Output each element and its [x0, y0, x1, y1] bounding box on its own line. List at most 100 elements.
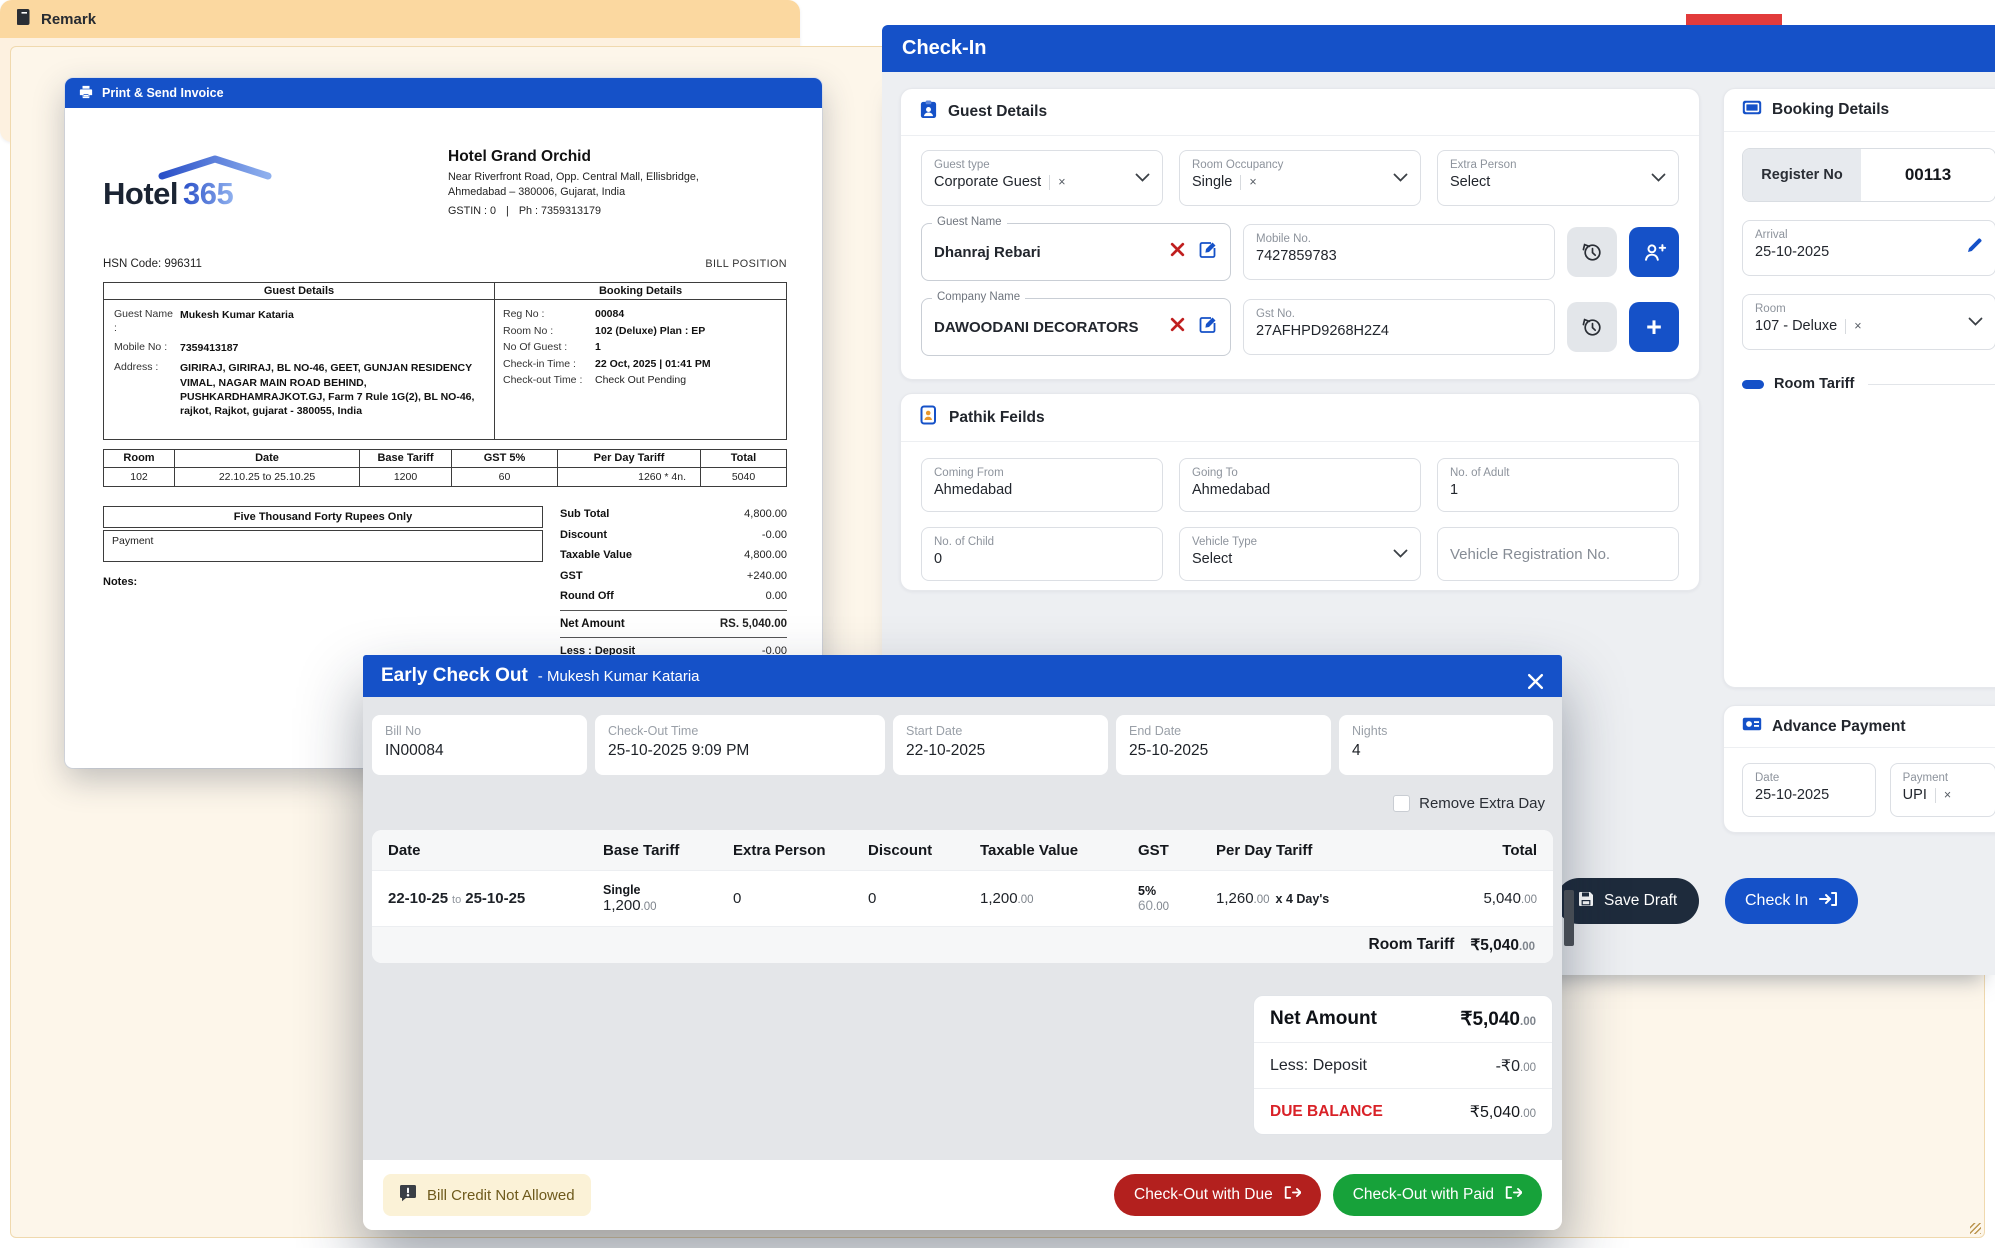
vehicle-type-select[interactable]: Vehicle Type Select: [1179, 527, 1421, 581]
nights-field[interactable]: Nights 4: [1339, 715, 1553, 775]
edit-arrival-icon[interactable]: [1966, 237, 1983, 259]
checkin-time-label: Check-in Time :: [503, 358, 595, 370]
modal-body: Bill No IN00084 Check-Out Time 25-10-202…: [363, 697, 1562, 1160]
check-in-button[interactable]: Check In: [1725, 878, 1858, 924]
edit-company-icon[interactable]: [1198, 315, 1218, 340]
gst-no-field[interactable]: Gst No. 27AFHPD9268H2Z4: [1243, 299, 1555, 355]
reg-no-label: Reg No :: [503, 308, 595, 320]
no-of-adult-label: No. of Adult: [1450, 466, 1666, 480]
cell-date: 22.10.25 to 25.10.25: [174, 468, 359, 486]
divider: [1049, 175, 1050, 190]
net-amount-label: Net Amount: [1270, 1008, 1377, 1030]
advance-date-field[interactable]: Date 25-10-2025: [1742, 763, 1876, 817]
clear-x-icon[interactable]: ×: [1944, 788, 1951, 802]
mobile-no-field[interactable]: Mobile No. 7427859783: [1243, 224, 1555, 280]
discount-value: -0.00: [762, 529, 787, 541]
guest-details-column-header: Guest Details: [104, 283, 494, 299]
company-name-field[interactable]: Company Name DAWOODANI DECORATORS: [921, 298, 1231, 356]
remove-guest-icon[interactable]: [1169, 241, 1186, 263]
remove-company-icon[interactable]: [1169, 316, 1186, 338]
extra-person-select[interactable]: Extra Person Select: [1437, 150, 1679, 206]
col-taxable-value: Taxable Value: [980, 842, 1138, 859]
add-guest-button[interactable]: [1629, 227, 1679, 277]
pathik-fields-header: Pathik Feilds: [901, 394, 1699, 442]
cell-per-day-tariff: 1260 * 4n.: [557, 468, 700, 486]
less-deposit-value: -₹0.00: [1496, 1056, 1536, 1076]
cell-gst: 60: [451, 468, 557, 486]
pathik-fields-title: Pathik Feilds: [949, 409, 1045, 427]
start-date-value: 22-10-2025: [906, 742, 1095, 760]
mobile-label: Mobile No :: [114, 341, 174, 355]
guest-history-button[interactable]: [1567, 227, 1617, 277]
hotel-address-line1: Near Riverfront Road, Opp. Central Mall,…: [448, 171, 699, 183]
start-date-field[interactable]: Start Date 22-10-2025: [893, 715, 1108, 775]
hotel365-logo: Hotel365: [103, 158, 283, 220]
no-of-child-field[interactable]: No. of Child 0: [921, 527, 1163, 581]
mobile-value: 7359413187: [180, 341, 486, 355]
notebook-icon: [16, 9, 31, 29]
cell-total: 5040: [700, 468, 786, 486]
divider: [1240, 175, 1241, 190]
end-date-field[interactable]: End Date 25-10-2025: [1116, 715, 1331, 775]
bill-no-field[interactable]: Bill No IN00084: [372, 715, 587, 775]
coming-from-field[interactable]: Coming From Ahmedabad: [921, 458, 1163, 512]
room-no-value: 102 (Deluxe) Plan : EP: [595, 325, 782, 337]
subtotal-label: Sub Total: [560, 508, 609, 520]
arrival-value: 25-10-2025: [1755, 244, 1829, 260]
printer-icon: [79, 85, 93, 102]
id-badge-icon: [919, 100, 938, 124]
arrival-date-field[interactable]: Arrival 25-10-2025: [1742, 220, 1995, 276]
amount-summary: Net Amount ₹5,040.00 Less: Deposit -₹0.0…: [1253, 995, 1553, 1135]
due-balance-value: ₹5,040.00: [1470, 1102, 1536, 1122]
guest-details-title: Guest Details: [948, 103, 1047, 121]
check-out-with-due-button[interactable]: Check-Out with Due: [1114, 1174, 1321, 1216]
going-to-field[interactable]: Going To Ahmedabad: [1179, 458, 1421, 512]
divider: [1845, 319, 1846, 334]
arrival-label: Arrival: [1755, 228, 1983, 242]
room-select[interactable]: Room 107 - Deluxe ×: [1742, 294, 1995, 350]
room-label: Room: [1755, 302, 1983, 316]
close-icon[interactable]: [1527, 673, 1544, 690]
chevron-down-icon: [1135, 169, 1150, 187]
guest-type-select[interactable]: Guest type Corporate Guest ×: [921, 150, 1163, 206]
clear-x-icon[interactable]: ×: [1058, 175, 1065, 189]
cell-extra-person: 0: [733, 890, 868, 907]
remove-extra-day-checkbox[interactable]: [1393, 795, 1410, 812]
gst-no-label: Gst No.: [1256, 307, 1542, 321]
register-no-value: 00113: [1861, 149, 1995, 201]
no-of-guest-label: No Of Guest :: [503, 341, 595, 353]
resize-grip-icon[interactable]: [1970, 1223, 1981, 1234]
check-out-with-paid-button[interactable]: Check-Out with Paid: [1333, 1174, 1542, 1216]
check-in-label: Check In: [1745, 892, 1808, 910]
check-out-time-field[interactable]: Check-Out Time 25-10-2025 9:09 PM: [595, 715, 885, 775]
guest-name-value: Mukesh Kumar Kataria: [180, 308, 486, 335]
advance-payment-card: Advance Payment Date 25-10-2025 Payment …: [1723, 705, 1995, 833]
guest-booking-table: Guest Details Booking Details Guest Name…: [103, 282, 787, 440]
save-draft-button[interactable]: Save Draft: [1556, 878, 1699, 924]
floppy-icon: [1578, 891, 1594, 912]
hotel-gstin: GSTIN : 0: [448, 205, 496, 217]
booking-details-column-header: Booking Details: [494, 283, 786, 299]
check-out-with-due-label: Check-Out with Due: [1134, 1186, 1273, 1204]
nights-label: Nights: [1352, 724, 1540, 738]
payment-mode-select[interactable]: Payment UPI ×: [1890, 763, 1995, 817]
vehicle-registration-field[interactable]: Vehicle Registration No.: [1437, 527, 1679, 581]
guest-details-card: Guest Details Guest type Corporate Guest…: [900, 88, 1700, 380]
register-no-field: Register No 00113: [1742, 148, 1995, 202]
guest-name-field[interactable]: Guest Name Dhanraj Rebari: [921, 223, 1231, 281]
discount-label: Discount: [560, 529, 607, 541]
due-balance-label: DUE BALANCE: [1270, 1103, 1383, 1121]
no-of-adult-field[interactable]: No. of Adult 1: [1437, 458, 1679, 512]
bill-position-label: BILL POSITION: [705, 258, 787, 270]
coming-from-value: Ahmedabad: [934, 482, 1012, 498]
clear-x-icon[interactable]: ×: [1249, 175, 1256, 189]
company-history-button[interactable]: [1567, 302, 1617, 352]
clear-x-icon[interactable]: ×: [1854, 319, 1861, 333]
room-occupancy-select[interactable]: Room Occupancy Single ×: [1179, 150, 1421, 206]
add-company-button[interactable]: +: [1629, 302, 1679, 352]
bill-no-label: Bill No: [385, 724, 574, 738]
edit-guest-icon[interactable]: [1198, 240, 1218, 265]
remark-title: Remark: [41, 11, 96, 28]
vehicle-registration-placeholder: Vehicle Registration No.: [1450, 546, 1610, 563]
scrollbar-thumb[interactable]: [1564, 890, 1574, 946]
